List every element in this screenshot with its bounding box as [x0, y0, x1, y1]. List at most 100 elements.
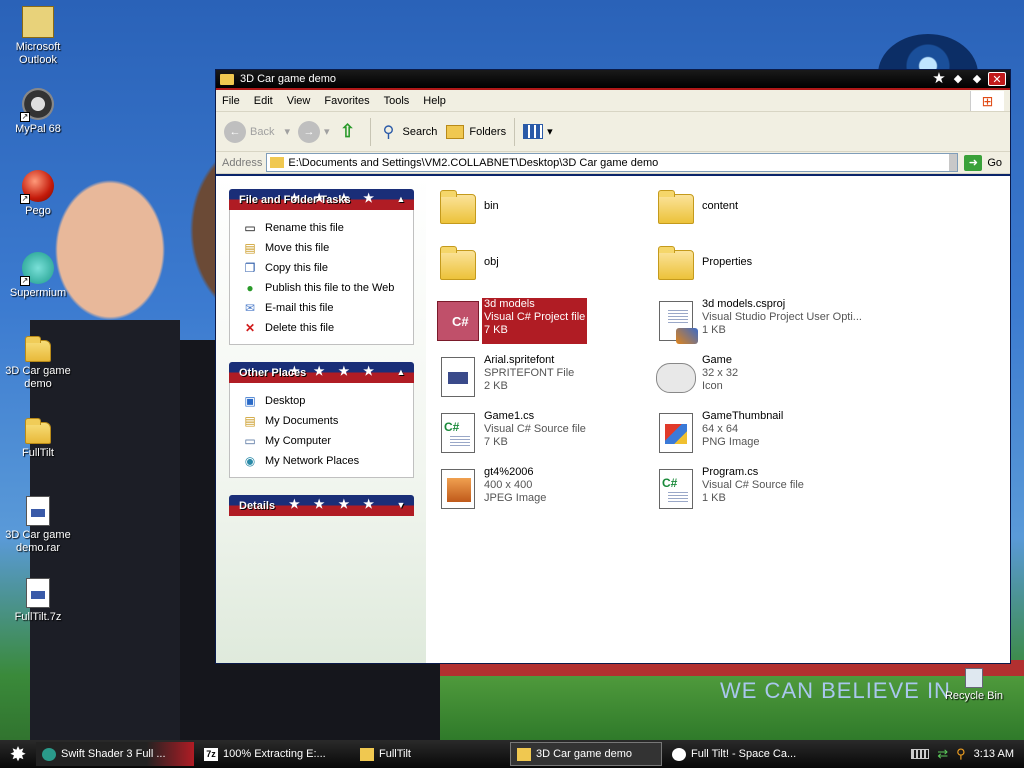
file-size: 7 KB	[484, 324, 508, 336]
task-publish[interactable]: ● Publish this file to the Web	[242, 278, 413, 298]
keyboard-icon[interactable]	[911, 749, 930, 759]
panel-header[interactable]: ★★★★ Other Places ▲	[229, 362, 414, 383]
taskbar-item-fulltilt-folder[interactable]: FullTilt	[354, 742, 506, 766]
file-item-3d-models-csproj[interactable]: 3d models.csproj Visual Studio Project U…	[652, 298, 870, 344]
address-bar: Address E:\Documents and Settings\VM2.CO…	[216, 152, 1010, 174]
place-desktop[interactable]: ▣ Desktop	[242, 391, 413, 411]
desktop-icon-label: Microsoft Outlook	[15, 41, 61, 66]
delete-x-icon: ✕	[244, 321, 256, 335]
panel-header[interactable]: ★★★★ File and Folder Tasks ▲	[229, 189, 414, 210]
collapse-chevron-icon[interactable]: ▲	[394, 193, 408, 206]
task-email[interactable]: ✉ E-mail this file	[242, 298, 413, 318]
file-item-program-cs[interactable]: C# Program.cs Visual C# Source file 1 KB	[652, 466, 870, 512]
search-icon: ⚲	[382, 123, 395, 141]
desktop-icon-recycle-bin[interactable]: Recycle Bin	[944, 668, 1004, 702]
task-move[interactable]: ▤ Move this file	[242, 238, 413, 258]
place-my-computer[interactable]: ▭ My Computer	[242, 431, 413, 451]
file-type: Visual C# Source file	[702, 479, 804, 491]
file-type: Visual Studio Project User Opti...	[702, 311, 862, 323]
taskbar-item-3d-car-game-demo[interactable]: 3D Car game demo	[510, 742, 662, 766]
file-item-game[interactable]: Game 32 x 32 Icon	[652, 354, 870, 400]
minimize-button[interactable]: ◆	[950, 72, 966, 86]
taskbar-label: FullTilt	[379, 748, 411, 760]
task-label: Publish this file to the Web	[265, 282, 395, 294]
task-rename[interactable]: ▭ Rename this file	[242, 218, 413, 238]
taskbar-item-fulltilt-pinball[interactable]: Full Tilt! - Space Ca...	[666, 742, 826, 766]
file-item-arial-spritefont[interactable]: Arial.spritefont SPRITEFONT File 2 KB	[434, 354, 652, 400]
task-copy[interactable]: ❐ Copy this file	[242, 258, 413, 278]
desktop-icon-mypal[interactable]: ↗ MyPal 68	[0, 88, 76, 136]
address-label: Address	[222, 156, 263, 169]
up-button[interactable]: ⇧	[338, 121, 362, 142]
globe-icon: ●	[246, 281, 254, 295]
search-button[interactable]: ⚲ Search	[379, 122, 438, 142]
file-list: bin content obj Properties C# 3d models …	[426, 176, 1010, 663]
network-icon: ◉	[244, 454, 256, 468]
menu-help[interactable]: Help	[423, 95, 446, 107]
file-item-properties[interactable]: Properties	[652, 242, 870, 288]
desktop-icon-outlook[interactable]: Microsoft Outlook	[0, 6, 76, 67]
file-size: 2 KB	[484, 380, 508, 392]
file-name: Game1.cs	[484, 410, 535, 422]
desktop-icon-supermium[interactable]: ↗ Supermium	[0, 252, 76, 300]
archive-icon	[26, 496, 50, 526]
title-bar[interactable]: 3D Car game demo ★ ◆ ◆ ✕	[216, 70, 1010, 90]
address-dropdown[interactable]	[949, 154, 958, 171]
place-label: My Documents	[265, 415, 339, 427]
expand-chevron-icon[interactable]: ▼	[394, 499, 408, 512]
desktop-icon-3d-car-rar[interactable]: 3D Car game demo.rar	[0, 496, 76, 555]
computer-icon: ▭	[244, 434, 256, 448]
file-item-gt4-2006[interactable]: gt4%2006 400 x 400 JPEG Image	[434, 466, 652, 512]
place-network[interactable]: ◉ My Network Places	[242, 451, 413, 471]
back-button[interactable]: ← Back ▾	[224, 120, 290, 143]
dropdown-arrow-icon: ▾	[547, 126, 553, 138]
menu-file[interactable]: File	[222, 95, 240, 107]
file-item-3d-models[interactable]: C# 3d models Visual C# Project file 7 KB	[434, 298, 652, 344]
csharp-source-icon: C#	[659, 469, 693, 509]
window-title: 3D Car game demo	[240, 73, 336, 85]
folders-button[interactable]: Folders	[445, 122, 506, 142]
desktop-icon-fulltilt-folder[interactable]: FullTilt	[0, 416, 76, 460]
file-item-content[interactable]: content	[652, 186, 870, 232]
file-item-game1-cs[interactable]: C# Game1.cs Visual C# Source file 7 KB	[434, 410, 652, 456]
file-type: SPRITEFONT File	[484, 367, 575, 379]
address-input[interactable]: E:\Documents and Settings\VM2.COLLABNET\…	[266, 153, 959, 172]
menu-tools[interactable]: Tools	[384, 95, 410, 107]
views-button[interactable]: ▾	[523, 122, 553, 142]
file-item-bin[interactable]: bin	[434, 186, 652, 232]
file-item-obj[interactable]: obj	[434, 242, 652, 288]
file-item-game-thumbnail[interactable]: GameThumbnail 64 x 64 PNG Image	[652, 410, 870, 456]
taskbar-label: 100% Extracting E:...	[223, 748, 326, 760]
email-icon: ✉	[244, 301, 256, 315]
desktop-icon-fulltilt-7z[interactable]: FullTilt.7z	[0, 578, 76, 624]
collapse-chevron-icon[interactable]: ▲	[394, 366, 408, 379]
forward-button[interactable]: → ▾	[298, 120, 330, 143]
menu-edit[interactable]: Edit	[254, 95, 273, 107]
start-button[interactable]: ✸	[0, 740, 36, 768]
network-tray-icon[interactable]: ⇄	[937, 746, 948, 762]
menu-view[interactable]: View	[287, 95, 311, 107]
desktop-icon-3d-car-folder[interactable]: 3D Car game demo	[0, 334, 76, 391]
place-my-documents[interactable]: ▤ My Documents	[242, 411, 413, 431]
close-button[interactable]: ✕	[988, 72, 1006, 86]
go-label: Go	[987, 156, 1002, 169]
clock[interactable]: 3:13 AM	[974, 748, 1014, 760]
panel-title: Other Places	[239, 366, 307, 379]
folder-icon	[440, 246, 476, 280]
task-label: Copy this file	[265, 262, 328, 274]
other-places-panel: ★★★★ Other Places ▲ ▣ Desktop ▤ My Documen…	[229, 362, 414, 478]
desktop-icon-pego[interactable]: ↗ Pego	[0, 170, 76, 218]
panel-header[interactable]: ★★★★ Details ▼	[229, 495, 414, 516]
taskbar-item-swiftshader[interactable]: Swift Shader 3 Full ...	[36, 742, 194, 766]
taskbar-item-extracting[interactable]: 7z 100% Extracting E:...	[198, 742, 350, 766]
place-label: My Network Places	[265, 455, 360, 467]
search-tray-icon[interactable]: ⚲	[956, 746, 966, 762]
maximize-button[interactable]: ◆	[969, 72, 985, 86]
folders-icon	[445, 122, 465, 142]
menu-favorites[interactable]: Favorites	[324, 95, 369, 107]
go-arrow-icon: ➜	[964, 154, 983, 171]
move-icon: ▤	[244, 241, 256, 255]
pinball-icon	[672, 747, 686, 761]
go-button[interactable]: ➜ Go	[964, 154, 1002, 171]
task-delete[interactable]: ✕ Delete this file	[242, 318, 413, 338]
